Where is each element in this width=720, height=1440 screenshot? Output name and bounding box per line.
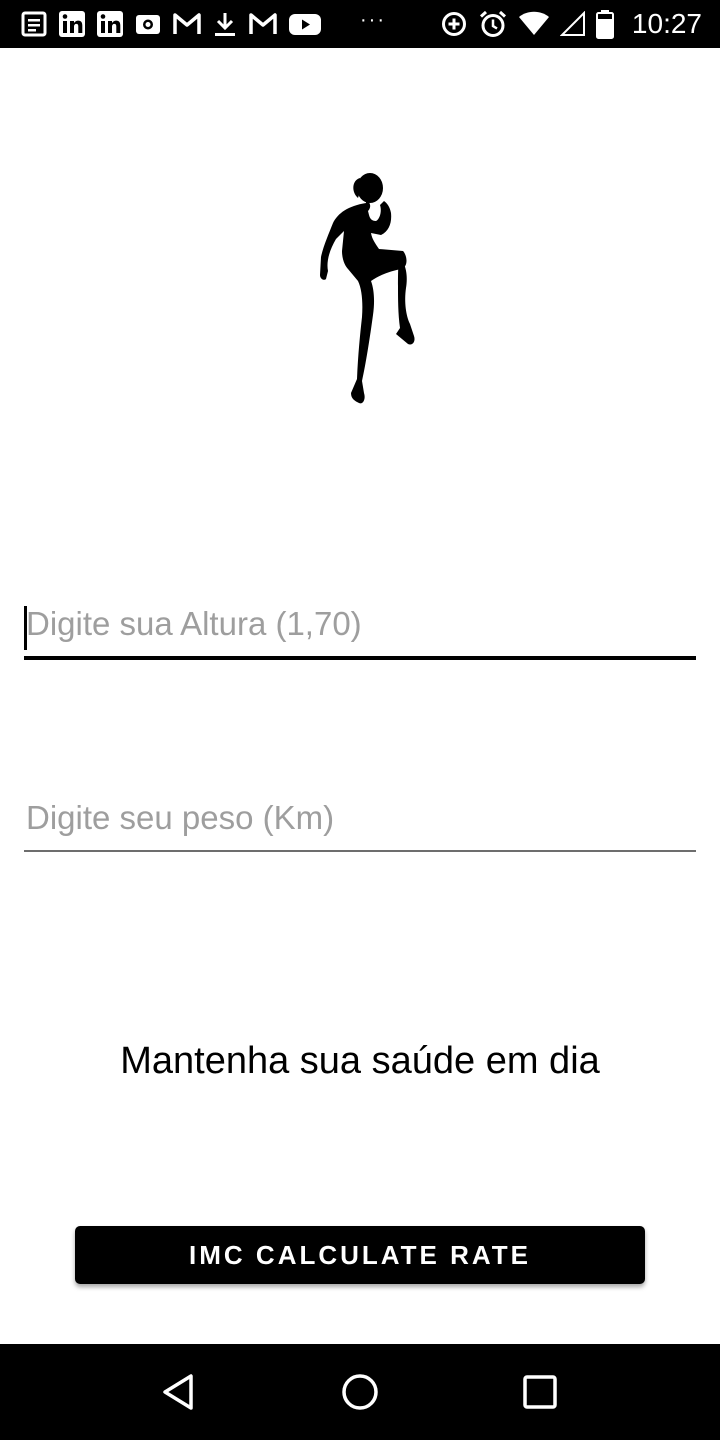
signal-icon [559,11,586,37]
height-field[interactable] [24,598,696,660]
linkedin-icon [96,10,124,38]
linkedin-icon [58,10,86,38]
camera-icon [134,10,162,38]
home-icon[interactable] [330,1362,390,1422]
data-saver-icon [440,10,468,38]
battery-icon [595,9,614,39]
fitness-woman-silhouette-image [320,173,415,404]
recents-icon[interactable] [510,1362,570,1422]
youtube-icon [288,10,322,38]
height-input[interactable] [24,598,696,656]
wifi-icon [518,11,550,37]
news-icon [20,10,48,38]
status-bar: ··· 10:27 [0,0,720,48]
main-content: Mantenha sua saúde em dia IMC CALCULATE … [0,48,720,1344]
alarm-icon [478,9,508,39]
tagline-text: Mantenha sua saúde em dia [120,1040,600,1082]
download-icon [212,10,238,38]
more-notifications-indicator: ··· [360,8,386,31]
weight-field[interactable] [24,792,696,852]
back-icon[interactable] [150,1362,210,1422]
imc-calculate-button[interactable]: IMC CALCULATE RATE [75,1226,645,1284]
navigation-bar [0,1344,720,1440]
gmail-icon [248,10,278,38]
weight-input[interactable] [24,792,696,850]
gmail-icon [172,10,202,38]
status-time: 10:27 [631,8,702,39]
text-cursor [24,606,27,650]
